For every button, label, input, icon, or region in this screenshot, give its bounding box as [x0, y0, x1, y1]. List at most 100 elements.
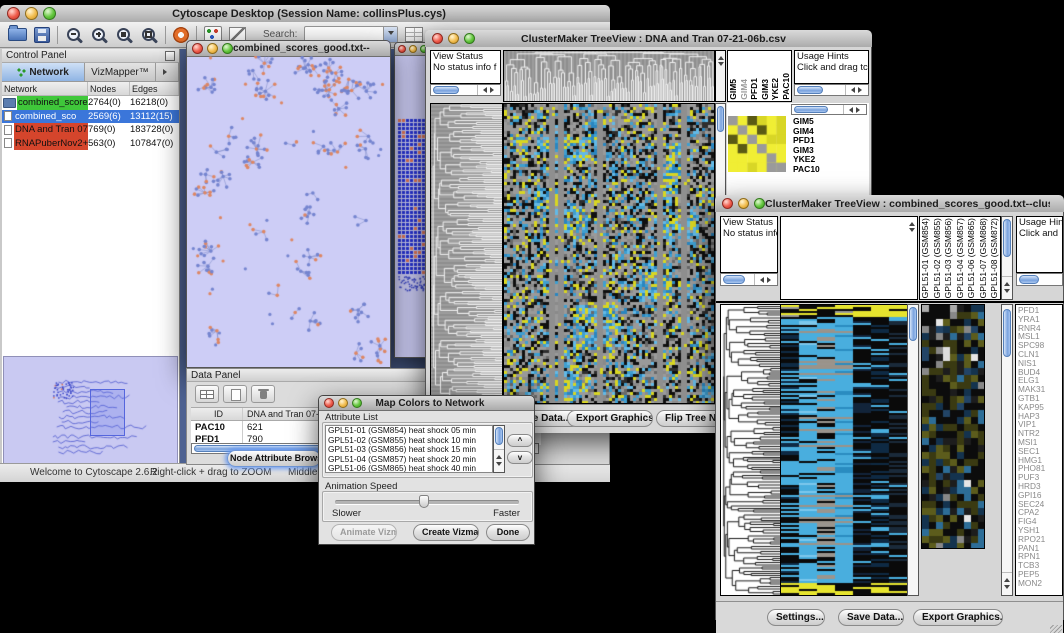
gene-label[interactable]: MON2	[1018, 579, 1062, 588]
row-dendrogram-canvas[interactable]	[430, 103, 503, 404]
network-row-rnapuber[interactable]: RNAPuberNov2+ 563(0) 107847(0)	[2, 137, 179, 151]
close-button[interactable]	[722, 198, 733, 209]
zoom-button[interactable]	[352, 398, 362, 408]
gene-label[interactable]: PAC10	[793, 165, 820, 175]
close-button[interactable]	[432, 33, 443, 44]
scroll-down-icon[interactable]	[909, 228, 915, 235]
scroll-right-icon[interactable]	[856, 107, 863, 113]
tab-vizmapper[interactable]: VizMapper™	[85, 63, 156, 81]
row-dendrogram-canvas[interactable]	[720, 304, 781, 596]
move-up-button[interactable]: ^	[507, 434, 533, 447]
export-graphics-button[interactable]: Export Graphics...	[567, 410, 653, 427]
open-session-icon[interactable]	[8, 28, 27, 41]
scroll-down-icon[interactable]	[718, 62, 724, 69]
network-row-dna-tran[interactable]: DNA and Tran 07 769(0) 183728(0)	[2, 123, 179, 137]
network-view-titlebar[interactable]: combined_scores_good.txt--cluste...	[187, 41, 390, 57]
scrollbar-thumb[interactable]	[1003, 309, 1011, 357]
scroll-right-icon[interactable]	[490, 87, 497, 93]
help-icon[interactable]	[173, 27, 189, 43]
zoom-in-icon[interactable]	[90, 26, 108, 44]
scroll-up-icon[interactable]	[496, 452, 502, 459]
heatmap-canvas[interactable]	[780, 304, 908, 596]
done-button[interactable]: Done	[486, 524, 530, 541]
gene-list-vscrollbar[interactable]	[1001, 304, 1013, 596]
close-button[interactable]	[324, 398, 334, 408]
heatmap-canvas[interactable]	[503, 103, 715, 404]
usage-hints-hscrollbar[interactable]	[794, 84, 869, 96]
scrollbar-thumb[interactable]	[794, 106, 828, 113]
export-graphics-button[interactable]: Export Graphics...	[913, 609, 1003, 626]
scrollbar-thumb[interactable]	[1019, 275, 1039, 284]
scrollbar-thumb[interactable]	[495, 427, 503, 445]
scroll-right-icon[interactable]	[767, 277, 774, 283]
tab-overflow-button[interactable]	[156, 63, 179, 81]
minimize-button[interactable]	[338, 398, 348, 408]
network-row-combined-sco[interactable]: combined_sco 2569(6) 13112(15)	[2, 110, 179, 124]
zoom-button[interactable]	[222, 43, 233, 54]
zoom-fit-icon[interactable]	[140, 26, 158, 44]
scrollbar-thumb[interactable]	[433, 86, 459, 94]
close-button[interactable]	[398, 45, 406, 53]
delete-attribute-icon[interactable]	[251, 385, 275, 403]
scrollbar-thumb[interactable]	[797, 86, 823, 94]
move-down-button[interactable]: v	[507, 451, 533, 464]
column-labels-vscrollbar[interactable]	[1001, 216, 1013, 300]
scroll-left-icon[interactable]	[757, 277, 764, 283]
save-session-icon[interactable]	[34, 27, 50, 43]
scrollbar-thumb[interactable]	[717, 106, 724, 132]
close-button[interactable]	[192, 43, 203, 54]
scroll-up-icon[interactable]	[1004, 279, 1010, 286]
attribute-list-vscrollbar[interactable]	[493, 425, 505, 473]
minimize-button[interactable]	[25, 7, 38, 20]
overview-viewport-rect[interactable]	[90, 389, 125, 436]
scroll-left-icon[interactable]	[480, 87, 487, 93]
zoom-selected-icon[interactable]	[115, 26, 133, 44]
float-panel-icon[interactable]	[165, 51, 175, 61]
scrollbar-thumb[interactable]	[909, 307, 917, 341]
scroll-right-icon[interactable]	[858, 87, 865, 93]
animate-vizmap-button[interactable]: Animate Vizmap	[331, 524, 397, 541]
scroll-down-icon[interactable]	[1004, 585, 1010, 592]
zoom-hscrollbar[interactable]	[791, 104, 867, 115]
attribute-browser-icon[interactable]	[405, 27, 423, 42]
zoom-button[interactable]	[464, 33, 475, 44]
view-status-hscrollbar[interactable]	[430, 84, 501, 96]
scroll-left-icon[interactable]	[848, 87, 855, 93]
scrollbar-thumb[interactable]	[1003, 219, 1011, 257]
scroll-up-icon[interactable]	[1004, 575, 1010, 582]
tab-network[interactable]: Network	[2, 63, 85, 81]
scroll-up-icon[interactable]	[718, 53, 724, 60]
treeview1-titlebar[interactable]: ClusterMaker TreeView : DNA and Tran 07-…	[425, 30, 872, 48]
save-data-button[interactable]: Save Data...	[838, 609, 904, 626]
scroll-down-icon[interactable]	[1004, 289, 1010, 296]
dialog-titlebar[interactable]: Map Colors to Network	[319, 396, 534, 411]
scrollbar-thumb[interactable]	[723, 275, 745, 284]
minimize-button[interactable]	[448, 33, 459, 44]
settings-button[interactable]: Settings...	[767, 609, 825, 626]
zoom-out-icon[interactable]	[65, 26, 83, 44]
minimize-button[interactable]	[409, 45, 417, 53]
column-dendrogram-canvas[interactable]	[503, 50, 715, 102]
column-scroll-strip[interactable]	[715, 50, 726, 102]
scroll-down-icon[interactable]	[496, 462, 502, 469]
close-button[interactable]	[7, 7, 20, 20]
usage-hints-hscrollbar[interactable]	[1016, 273, 1063, 286]
scroll-up-icon[interactable]	[909, 219, 915, 226]
minimize-button[interactable]	[207, 43, 218, 54]
slider-thumb[interactable]	[419, 495, 429, 508]
minimize-button[interactable]	[738, 198, 749, 209]
resize-grip[interactable]	[1050, 625, 1062, 633]
treeview2-titlebar[interactable]: ClusterMaker TreeView : combined_scores_…	[715, 195, 1064, 213]
scroll-left-icon[interactable]	[846, 107, 853, 113]
main-titlebar[interactable]: Cytoscape Desktop (Session Name: collins…	[0, 5, 610, 23]
zoom-heatmap-canvas[interactable]	[921, 304, 985, 549]
view-status-hscrollbar[interactable]	[720, 273, 778, 286]
network-view-canvas[interactable]	[187, 56, 390, 367]
zoom-button[interactable]	[754, 198, 765, 209]
zoom-button[interactable]	[43, 7, 56, 20]
column-dendrogram-area[interactable]	[780, 216, 918, 300]
attribute-item[interactable]: GPL51-06 (GSM865) heat shock 40 min	[326, 464, 492, 473]
attribute-table-icon[interactable]	[195, 385, 219, 403]
node-attribute-browser-button[interactable]: Node Attribute Brows	[227, 450, 321, 467]
new-attribute-icon[interactable]	[223, 385, 247, 403]
